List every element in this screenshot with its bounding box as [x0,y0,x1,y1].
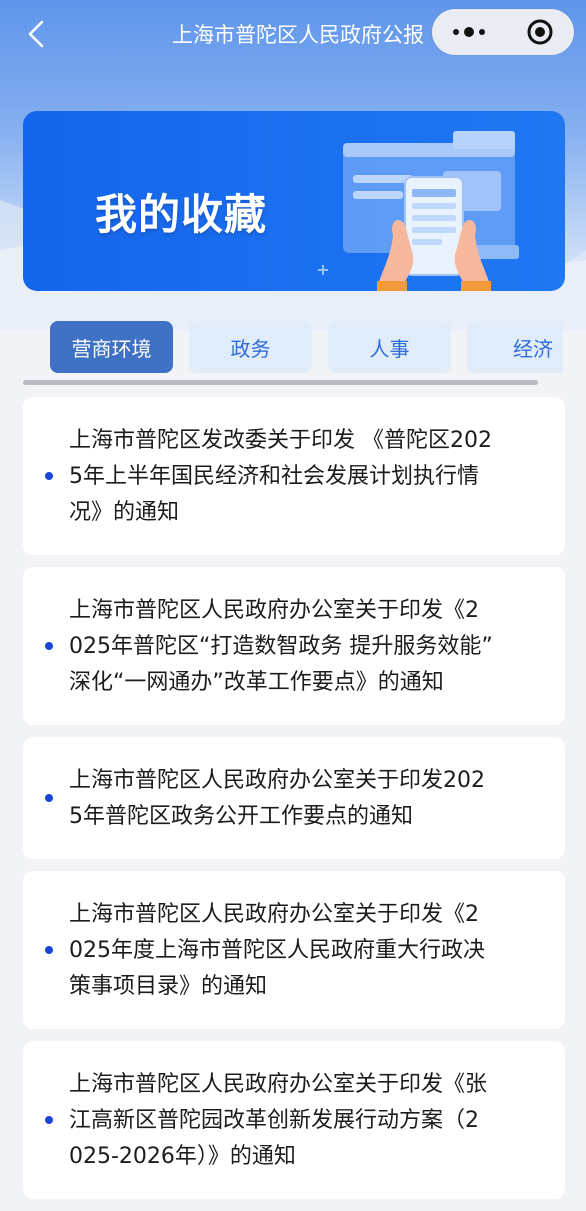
tab-government-affairs[interactable]: 政务 [189,321,312,373]
list-item[interactable]: 上海市普陀区人民政府办公室关于印发《2 025年普陀区“打造数智政务 提升服务效… [23,567,565,725]
more-dots-icon [453,27,485,37]
list-item-title: 上海市普陀区发改委关于印发 《普陀区202 5年上半年国民经济和社会发展计划执行… [69,428,492,525]
bullet-dot [45,472,53,480]
favorites-list: 上海市普陀区发改委关于印发 《普陀区202 5年上半年国民经济和社会发展计划执行… [23,397,565,1211]
list-item-title: 上海市普陀区人民政府办公室关于印发《张 江高新区普陀园改革创新发展行动方案（2 … [69,1072,488,1169]
banner-title: 我的收藏 [95,190,268,239]
list-item[interactable]: 上海市普陀区发改委关于印发 《普陀区202 5年上半年国民经济和社会发展计划执行… [23,397,565,555]
bullet-dot [45,794,53,802]
list-item-title: 上海市普陀区人民政府办公室关于印发《2 025年度上海市普陀区人民政府重大行政决… [69,902,485,999]
list-item[interactable]: 上海市普陀区人民政府办公室关于印发《2 025年度上海市普陀区人民政府重大行政决… [23,871,565,1029]
chevron-left-icon [28,20,44,48]
favorites-banner: 我的收藏 [23,111,565,291]
bullet-dot [45,1116,53,1124]
category-tabs: 营商环境 政务 人事 经济 [50,321,586,375]
nav-bar: 上海市普陀区人民政府公报 [0,0,586,70]
tab-personnel[interactable]: 人事 [328,321,451,373]
list-item[interactable]: 上海市普陀区人民政府办公室关于印发《张 江高新区普陀园改革创新发展行动方案（2 … [23,1041,565,1199]
list-item[interactable]: 上海市普陀区人民政府办公室关于印发202 5年普陀区政务公开工作要点的通知 [23,737,565,859]
tab-economy[interactable]: 经济 [467,321,563,373]
bullet-dot [45,946,53,954]
target-circle-icon [527,19,553,45]
back-button[interactable] [18,16,54,52]
mini-program-capsule [432,9,574,55]
more-button[interactable] [432,9,506,55]
close-button[interactable] [506,9,574,55]
tab-business-environment[interactable]: 营商环境 [50,321,173,373]
list-item-title: 上海市普陀区人民政府办公室关于印发202 5年普陀区政务公开工作要点的通知 [69,768,485,829]
hands-holding-phone-illustration [318,131,519,291]
bullet-dot [45,642,53,650]
page-title: 上海市普陀区人民政府公报 [172,23,424,47]
list-item-title: 上海市普陀区人民政府办公室关于印发《2 025年普陀区“打造数智政务 提升服务效… [69,598,493,695]
tabs-scrollbar[interactable] [23,380,538,385]
